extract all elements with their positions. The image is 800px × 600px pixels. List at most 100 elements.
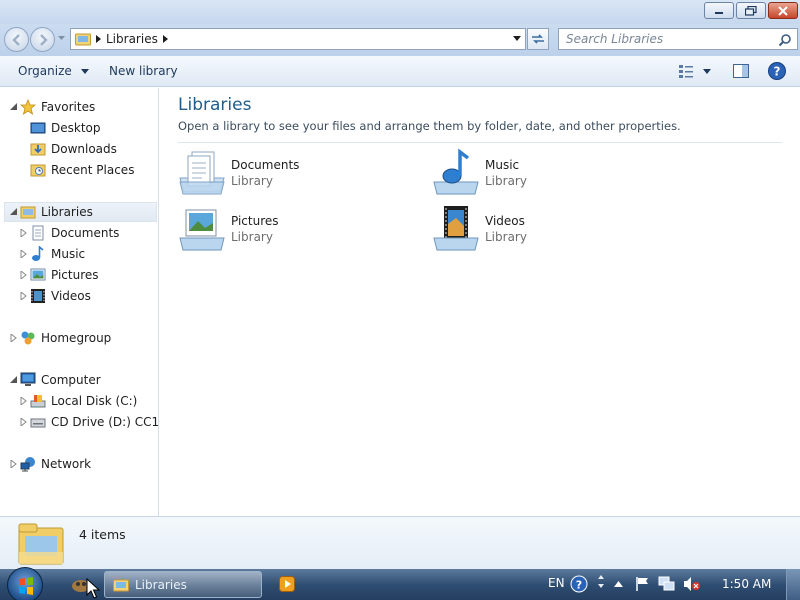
homegroup-icon <box>21 331 35 345</box>
nav-downloads[interactable]: Downloads <box>30 139 117 159</box>
taskbar: Libraries EN ? 1:50 AM <box>0 567 800 600</box>
documents-library-icon <box>179 151 225 195</box>
nav-local-disk-label: Local Disk (C:) <box>51 394 138 408</box>
nav-local-disk[interactable]: Local Disk (C:) <box>20 391 137 411</box>
taskbar-button-label: Libraries <box>135 577 187 592</box>
documents-icon <box>32 225 44 241</box>
collapse-triangle-icon[interactable] <box>10 103 18 111</box>
nav-videos-label: Videos <box>51 289 91 303</box>
taskbar-button-libraries[interactable]: Libraries <box>104 571 262 598</box>
library-item-name: Videos <box>485 214 525 228</box>
action-center-flag-icon[interactable] <box>635 576 651 592</box>
library-item-documents[interactable]: Documents Library <box>178 148 398 198</box>
minimize-icon <box>715 11 723 14</box>
nav-cd-drive[interactable]: CD Drive (D:) CC1HC <box>20 412 159 432</box>
show-desktop-button[interactable] <box>786 569 800 600</box>
change-view-icon[interactable] <box>678 63 694 79</box>
library-item-name: Pictures <box>231 214 279 228</box>
expand-triangle-icon[interactable] <box>20 250 28 258</box>
expand-triangle-icon[interactable] <box>20 229 28 237</box>
nav-desktop[interactable]: Desktop <box>30 118 101 138</box>
libraries-icon <box>18 523 64 565</box>
pictures-library-icon <box>179 209 225 251</box>
nav-favorites[interactable]: Favorites <box>10 97 95 117</box>
address-dropdown-icon[interactable] <box>513 36 521 41</box>
divider <box>178 142 782 143</box>
nav-pictures[interactable]: Pictures <box>20 265 99 285</box>
nav-computer-label: Computer <box>41 373 101 387</box>
cd-drive-icon <box>30 418 46 428</box>
nav-documents[interactable]: Documents <box>20 223 119 243</box>
library-item-pictures[interactable]: Pictures Library <box>178 204 398 254</box>
organize-button[interactable]: Organize <box>18 64 89 78</box>
search-input[interactable] <box>566 32 766 46</box>
library-item-type: Library <box>485 174 527 188</box>
nav-libraries-label: Libraries <box>41 205 93 219</box>
local-disk-icon <box>30 395 46 408</box>
library-item-type: Library <box>231 230 273 244</box>
maximize-button[interactable] <box>736 2 766 19</box>
new-library-label: New library <box>109 64 178 78</box>
media-player-icon[interactable] <box>279 576 295 592</box>
nav-computer[interactable]: Computer <box>10 370 101 390</box>
close-button[interactable] <box>768 2 798 19</box>
new-library-button[interactable]: New library <box>109 64 178 78</box>
nav-libraries[interactable]: Libraries <box>4 202 157 222</box>
breadcrumb-libraries[interactable]: Libraries <box>106 32 158 46</box>
expand-triangle-icon[interactable] <box>10 334 18 342</box>
address-bar[interactable]: Libraries <box>70 28 526 50</box>
expand-triangle-icon[interactable] <box>20 397 28 405</box>
back-button[interactable] <box>4 27 29 52</box>
back-arrow-icon <box>12 34 20 46</box>
nav-music[interactable]: Music <box>20 244 85 264</box>
forward-button[interactable] <box>30 27 55 52</box>
page-subtitle: Open a library to see your files and arr… <box>178 119 681 133</box>
nav-network[interactable]: Network <box>10 454 91 474</box>
show-hidden-icons-icon[interactable] <box>614 581 623 587</box>
expand-triangle-icon[interactable] <box>20 418 28 426</box>
library-item-videos[interactable]: Videos Library <box>432 204 652 254</box>
expand-triangle-icon[interactable] <box>20 292 28 300</box>
start-button[interactable] <box>7 567 43 600</box>
computer-icon <box>20 372 36 386</box>
nav-homegroup[interactable]: Homegroup <box>10 328 111 348</box>
language-indicator[interactable]: EN <box>548 576 565 590</box>
collapse-triangle-icon[interactable] <box>10 376 18 384</box>
downloads-folder-icon <box>30 143 46 156</box>
address-row: Libraries <box>0 24 800 56</box>
nav-videos[interactable]: Videos <box>20 286 91 306</box>
videos-library-icon <box>433 206 479 251</box>
search-icon[interactable] <box>778 33 792 47</box>
preview-pane-icon[interactable] <box>733 63 749 79</box>
collapse-triangle-icon[interactable] <box>10 208 18 216</box>
windows-logo-icon <box>19 577 33 595</box>
library-item-music[interactable]: Music Library <box>432 148 652 198</box>
close-icon <box>778 5 788 16</box>
search-box[interactable] <box>558 28 798 50</box>
breadcrumb-separator-icon[interactable] <box>96 35 101 43</box>
music-library-icon <box>433 148 479 195</box>
help-icon[interactable]: ? <box>570 575 588 593</box>
forward-arrow-icon <box>40 34 48 46</box>
nav-pictures-label: Pictures <box>51 268 99 282</box>
expand-triangle-icon[interactable] <box>20 271 28 279</box>
clock[interactable]: 1:50 AM <box>722 577 771 591</box>
nav-recent-places[interactable]: Recent Places <box>30 160 134 180</box>
volume-muted-icon[interactable] <box>683 576 701 592</box>
refresh-button[interactable] <box>527 28 549 50</box>
item-count: 4 items <box>79 527 126 542</box>
network-icon <box>20 457 35 472</box>
help-icon[interactable]: ? <box>768 62 786 80</box>
breadcrumb-chevron-icon[interactable] <box>162 35 168 43</box>
language-bar-options-icon[interactable] <box>596 573 606 593</box>
expand-triangle-icon[interactable] <box>10 460 18 468</box>
network-tray-icon[interactable] <box>658 576 676 592</box>
details-pane: 4 items <box>0 516 800 569</box>
command-bar: Organize New library ? <box>0 56 800 87</box>
view-options-dropdown-icon[interactable] <box>703 69 711 74</box>
navigation-pane: Favorites Desktop Downloads Recent Place… <box>0 88 159 516</box>
recent-pages-dropdown-icon[interactable] <box>58 36 65 41</box>
nav-music-label: Music <box>51 247 86 261</box>
minimize-button[interactable] <box>704 2 734 19</box>
nav-cd-drive-label: CD Drive (D:) CC1HC <box>51 415 159 429</box>
